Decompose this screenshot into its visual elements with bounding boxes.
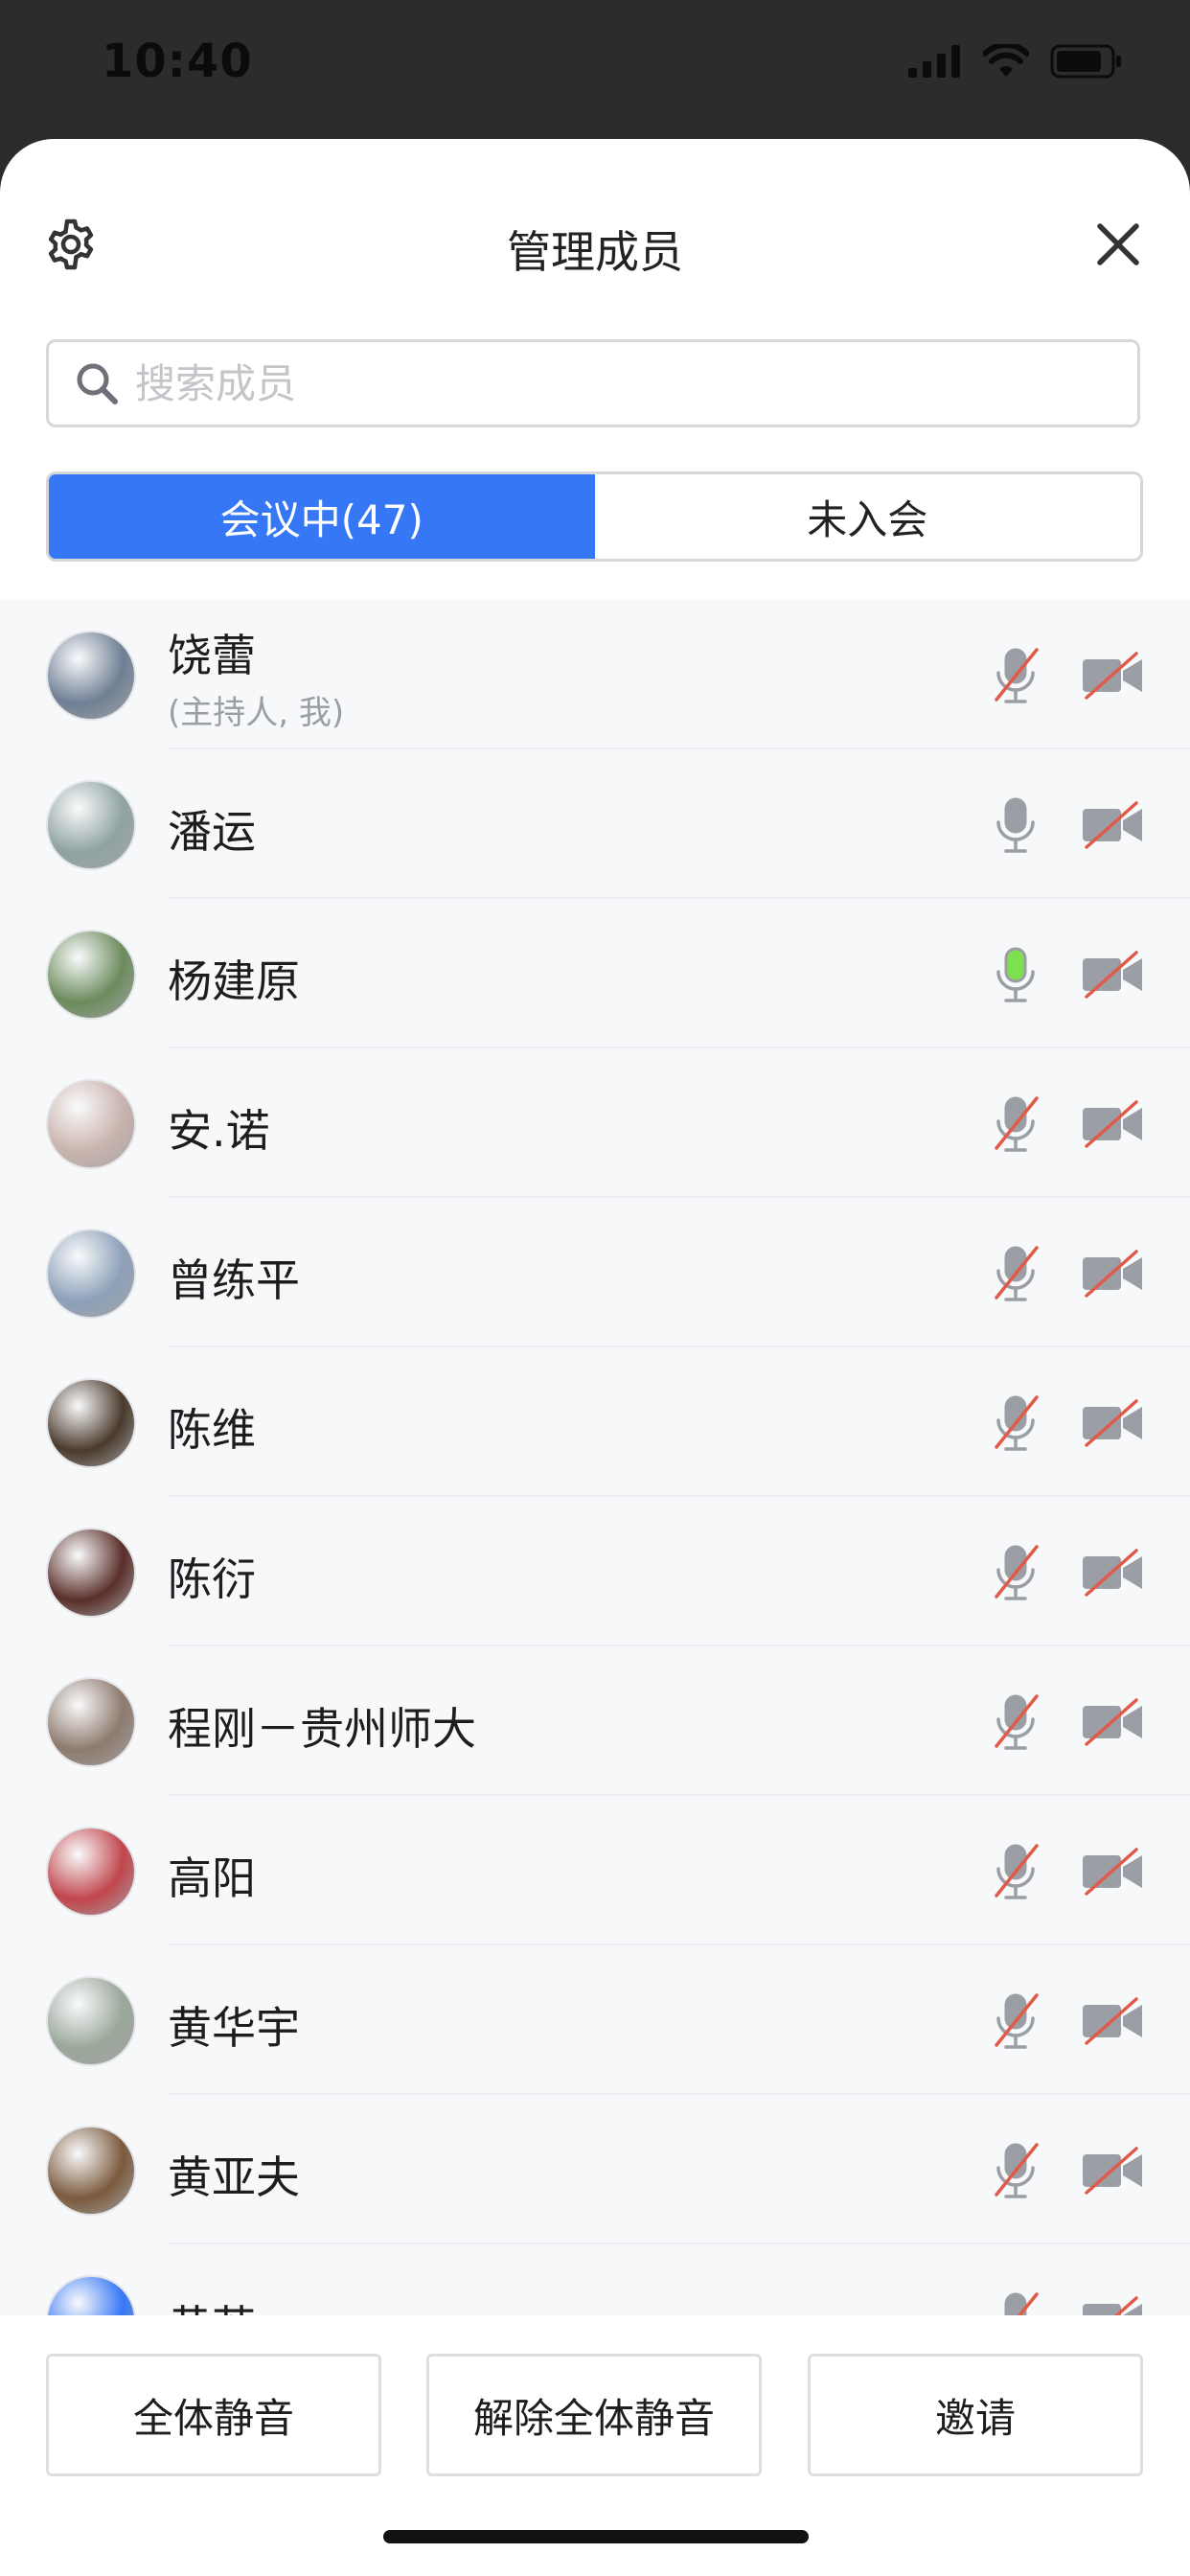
member-row[interactable]: 高阳 [0, 1796, 1190, 1945]
home-indicator [383, 2530, 809, 2543]
microphone-icon[interactable] [987, 644, 1044, 707]
avatar [46, 631, 136, 721]
tab-in-meeting[interactable]: 会议中(47) [49, 474, 595, 559]
status-bar: 10:40 [0, 0, 1190, 139]
status-time: 10:40 [102, 34, 253, 88]
close-icon[interactable] [1094, 220, 1142, 268]
member-name: 黄华宇 [168, 2002, 300, 2054]
avatar [46, 1229, 136, 1319]
member-role: (主持人, 我) [168, 694, 345, 732]
member-name: 黄亚夫 [168, 2151, 300, 2203]
search-input[interactable] [133, 358, 1095, 408]
page-title: 管理成员 [507, 226, 683, 278]
member-name: 陈衍 [168, 1553, 256, 1605]
video-camera-icon[interactable] [1081, 1098, 1144, 1150]
microphone-icon[interactable] [987, 1242, 1044, 1305]
video-camera-icon[interactable] [1081, 2294, 1144, 2315]
battery-icon [1050, 44, 1121, 79]
avatar [46, 1528, 136, 1618]
member-row[interactable]: 黄华宇 [0, 1945, 1190, 2095]
sheet-header: 管理成员 [0, 139, 1190, 350]
status-icons [908, 44, 1123, 79]
video-camera-icon[interactable] [1081, 1995, 1144, 2047]
member-row[interactable]: 曾练平 [0, 1198, 1190, 1347]
member-management-sheet: 管理成员 会议中(47) 未入会 饶蕾 (主持人, 我) 潘运杨建原安.诺曾练平陈维… [0, 139, 1190, 2576]
search-field[interactable] [46, 339, 1140, 427]
microphone-icon[interactable] [987, 2139, 1044, 2202]
tab-not-joined[interactable]: 未入会 [595, 474, 1141, 559]
unmute-all-button[interactable]: 解除全体静音 [426, 2354, 762, 2476]
member-row[interactable]: 安.诺 [0, 1048, 1190, 1198]
video-camera-icon[interactable] [1081, 650, 1144, 702]
microphone-icon[interactable] [987, 943, 1044, 1006]
avatar [46, 930, 136, 1020]
microphone-icon[interactable] [987, 2288, 1044, 2315]
avatar [46, 1378, 136, 1468]
microphone-icon[interactable] [987, 1840, 1044, 1903]
member-name: 曾练平 [168, 1254, 300, 1306]
member-row[interactable]: 黄若 [0, 2244, 1190, 2315]
video-camera-icon[interactable] [1081, 2145, 1144, 2196]
mute-all-button[interactable]: 全体静音 [46, 2354, 381, 2476]
microphone-icon[interactable] [987, 1092, 1044, 1156]
member-name: 高阳 [168, 1852, 256, 1904]
signal-icon [908, 45, 960, 78]
video-camera-icon[interactable] [1081, 1547, 1144, 1598]
invite-button[interactable]: 邀请 [808, 2354, 1143, 2476]
avatar [46, 2126, 136, 2216]
avatar [46, 1976, 136, 2066]
member-row[interactable]: 杨建原 [0, 899, 1190, 1048]
member-name: 黄若 [168, 2292, 256, 2315]
search-icon [77, 363, 118, 404]
avatar [46, 1079, 136, 1169]
avatar [46, 1827, 136, 1917]
member-row[interactable]: 陈衍 [0, 1497, 1190, 1646]
video-camera-icon[interactable] [1081, 1248, 1144, 1300]
member-row[interactable]: 饶蕾 (主持人, 我) [0, 600, 1190, 749]
wifi-icon [983, 44, 1029, 77]
microphone-icon[interactable] [987, 1990, 1044, 2053]
microphone-icon[interactable] [987, 1541, 1044, 1604]
video-camera-icon[interactable] [1081, 1397, 1144, 1449]
microphone-icon[interactable] [987, 1392, 1044, 1455]
member-name: 杨建原 [168, 955, 300, 1007]
video-camera-icon[interactable] [1081, 799, 1144, 851]
video-camera-icon[interactable] [1081, 949, 1144, 1000]
microphone-icon[interactable] [987, 794, 1044, 857]
member-list[interactable]: 饶蕾 (主持人, 我) 潘运杨建原安.诺曾练平陈维陈衍程刚－贵州师大 高阳黄华宇黄亚夫… [0, 600, 1190, 2315]
avatar [46, 780, 136, 870]
member-row[interactable]: 黄亚夫 [0, 2095, 1190, 2244]
member-row[interactable]: 陈维 [0, 1347, 1190, 1497]
video-camera-icon[interactable] [1081, 1846, 1144, 1898]
member-row[interactable]: 潘运 [0, 749, 1190, 899]
member-name: 安.诺 [168, 1105, 270, 1157]
member-tabs: 会议中(47) 未入会 [46, 472, 1143, 562]
member-name: 程刚－贵州师大 [168, 1703, 476, 1755]
member-name: 饶蕾 [168, 630, 256, 681]
avatar [46, 1677, 136, 1767]
video-camera-icon[interactable] [1081, 1696, 1144, 1748]
avatar [46, 2275, 136, 2315]
microphone-icon[interactable] [987, 1690, 1044, 1754]
member-name: 潘运 [168, 806, 256, 858]
member-name: 陈维 [168, 1404, 256, 1456]
member-row[interactable]: 程刚－贵州师大 [0, 1646, 1190, 1796]
